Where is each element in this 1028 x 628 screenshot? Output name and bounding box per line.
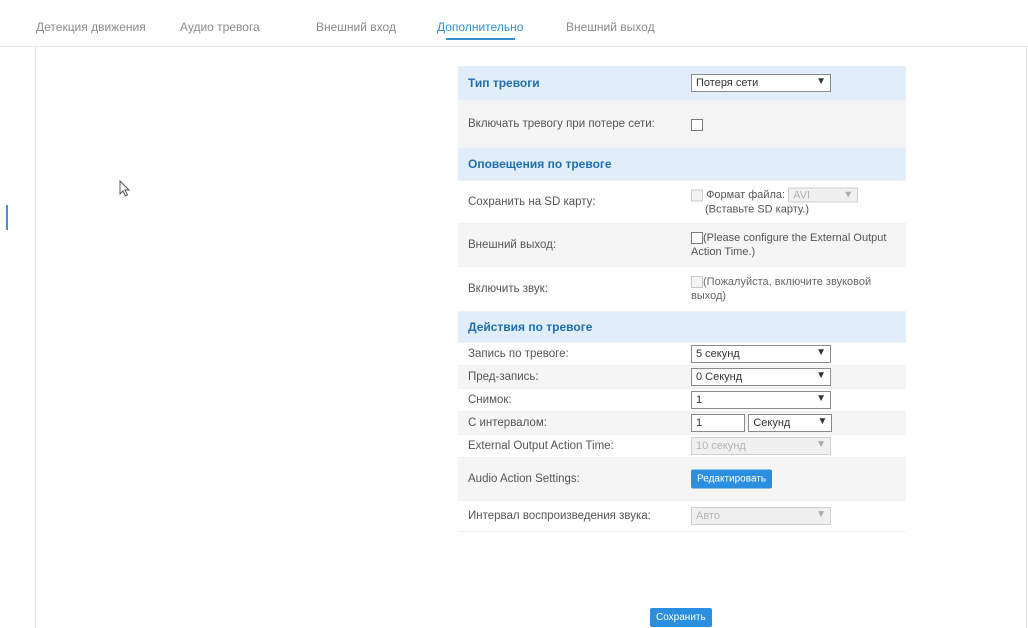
external-output-row: Внешний выход: (Please configure the Ext… — [458, 224, 906, 267]
tab-audio-alarm[interactable]: Аудио тревога — [180, 20, 260, 34]
external-output-time-row: External Output Action Time: 10 секунд ▼ — [458, 435, 906, 458]
enable-network-loss-row: Включать тревогу при потере сети: — [458, 101, 906, 148]
snapshot-label: Снимок: — [468, 394, 512, 406]
save-to-sd-checkbox[interactable] — [691, 189, 703, 201]
pre-record-select[interactable]: 0 Секунд ▼ — [691, 368, 831, 386]
enable-network-loss-checkbox[interactable] — [691, 118, 703, 131]
save-button[interactable]: Сохранить — [650, 608, 712, 627]
tab-motion-detection[interactable]: Детекция движения — [36, 20, 146, 34]
file-format-label: Формат файла: — [706, 188, 786, 201]
notifications-title: Оповещения по тревоге — [468, 157, 612, 171]
alarm-type-select[interactable]: Потеря сети ▼ — [691, 74, 831, 92]
notifications-header: Оповещения по тревоге — [458, 148, 906, 181]
external-output-time-select[interactable]: 10 секунд ▼ — [691, 437, 831, 455]
tab-external-input[interactable]: Внешний вход — [316, 20, 396, 34]
external-output-time-label: External Output Action Time: — [468, 440, 614, 452]
interval-input[interactable]: 1 — [691, 414, 745, 432]
snapshot-row: Снимок: 1 ▼ — [458, 389, 906, 412]
alarm-type-label: Тип тревоги — [468, 76, 540, 90]
side-accent-bar — [6, 205, 8, 230]
interval-unit-select[interactable]: Секунд ▼ — [748, 414, 833, 432]
tab-bar: Детекция движения Аудио тревога Внешний … — [0, 0, 1028, 47]
external-output-note: (Please configure the External Output Ac… — [691, 232, 887, 258]
alarm-record-row: Запись по тревоге: 5 секунд ▼ — [458, 343, 906, 366]
chevron-down-icon: ▼ — [816, 393, 826, 404]
pre-record-row: Пред-запись: 0 Секунд ▼ — [458, 366, 906, 389]
enable-network-loss-label: Включать тревогу при потере сети: — [468, 118, 655, 130]
sd-note: (Вставьте SD карту.) — [705, 203, 810, 216]
enable-sound-row: Включить звук: (Пожалуйста, включите зву… — [458, 267, 906, 312]
chevron-down-icon: ▼ — [816, 509, 826, 520]
chevron-down-icon: ▼ — [817, 416, 828, 427]
file-format-select[interactable]: AVI ▼ — [788, 187, 859, 203]
sound-interval-label: Интервал воспроизведения звука: — [468, 510, 651, 522]
save-to-sd-row: Сохранить на SD карту: Формат файла: AVI… — [458, 181, 906, 224]
snapshot-select[interactable]: 1 ▼ — [691, 391, 831, 409]
external-output-checkbox[interactable] — [691, 232, 703, 245]
actions-header: Действия по тревоге — [458, 312, 906, 343]
alarm-record-label: Запись по тревоге: — [468, 348, 569, 360]
external-output-label: Внешний выход: — [468, 239, 557, 251]
alarm-type-row: Тип тревоги Потеря сети ▼ — [458, 66, 906, 101]
tab-external-output[interactable]: Внешний выход — [566, 20, 655, 34]
mouse-pointer-icon — [119, 180, 131, 197]
interval-row: С интервалом: 1 Секунд ▼ — [458, 412, 906, 435]
chevron-down-icon: ▼ — [816, 76, 826, 87]
chevron-down-icon: ▼ — [816, 439, 826, 450]
chevron-down-icon: ▼ — [816, 370, 826, 381]
sound-interval-row: Интервал воспроизведения звука: Авто ▼ — [458, 501, 906, 532]
enable-sound-label: Включить звук: — [468, 283, 548, 295]
chevron-down-icon: ▼ — [843, 189, 854, 201]
actions-title: Действия по тревоге — [468, 320, 593, 334]
chevron-down-icon: ▼ — [816, 347, 826, 358]
enable-sound-checkbox[interactable] — [691, 276, 703, 289]
audio-action-label: Audio Action Settings: — [468, 473, 580, 485]
sound-interval-select[interactable]: Авто ▼ — [691, 507, 831, 525]
edit-audio-button[interactable]: Редактировать — [691, 469, 773, 489]
pre-record-label: Пред-запись: — [468, 371, 539, 383]
interval-label: С интервалом: — [468, 417, 547, 429]
tab-advanced[interactable]: Дополнительно — [437, 20, 523, 40]
alarm-record-select[interactable]: 5 секунд ▼ — [691, 345, 831, 363]
alarm-settings-form: Тип тревоги Потеря сети ▼ Включать трево… — [458, 66, 906, 532]
save-to-sd-label: Сохранить на SD карту: — [468, 196, 596, 208]
audio-action-row: Audio Action Settings: Редактировать — [458, 458, 906, 501]
enable-sound-note: (Пожалуйста, включите звуковой выход) — [691, 276, 872, 302]
